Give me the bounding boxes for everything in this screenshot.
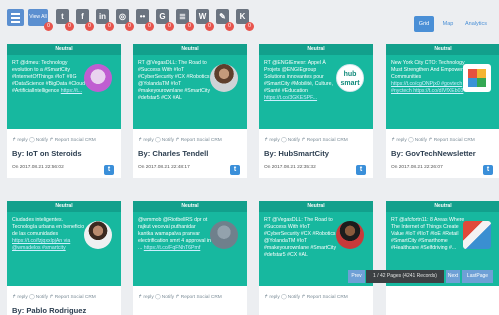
- post-card[interactable]: Neutral RT @afcfortn11: 8 Areas Where Th…: [386, 201, 499, 315]
- tab-grid[interactable]: Grid: [414, 16, 434, 32]
- post-card[interactable]: Neutral RT @VegasDLL: The Road to #Succe…: [133, 44, 247, 178]
- menu-icon[interactable]: [7, 9, 24, 26]
- google-plus-count-badge: 0: [165, 22, 174, 31]
- post-link[interactable]: https://t.co/FqFNhT6Pmf: [144, 245, 201, 251]
- card-author[interactable]: By: GovTechNewsletter: [391, 149, 476, 158]
- card-actions[interactable]: ↱ reply ◯ Notify ↱ Report Social CRM: [138, 295, 222, 300]
- card-actions[interactable]: ↱ reply ◯ Notify ↱ Report Social CRM: [264, 295, 348, 300]
- card-body: RT @dmeu: Technology evolution to a #Sma…: [7, 55, 121, 129]
- card-date: On 2017.08.21 22:48:17: [138, 165, 190, 170]
- sentiment-label: Neutral: [7, 201, 121, 212]
- post-text: RT @VegasDLL: The Road to #Success With …: [138, 60, 211, 101]
- card-body: Ciudades inteligentes. Tecnología urbana…: [7, 212, 121, 286]
- avatar: [84, 64, 112, 92]
- sentiment-label: Neutral: [386, 44, 499, 55]
- card-actions[interactable]: ↱ reply ◯ Notify ↱ Report Social CRM: [138, 138, 222, 143]
- post-link[interactable]: https://t.co/3GKESPF...: [264, 95, 317, 101]
- instagram-count-badge: 0: [125, 22, 134, 31]
- post-card[interactable]: Neutral Ciudades inteligentes. Tecnologí…: [7, 201, 121, 315]
- sentiment-label: Neutral: [259, 201, 373, 212]
- avatar: [336, 221, 364, 249]
- card-date: On 2017.08.21 22:26:07: [391, 165, 443, 170]
- facebook-count-badge: 0: [85, 22, 94, 31]
- post-text: @wmmob @RiotbellRS dpr ot rajkut vecevai…: [138, 217, 211, 251]
- view-all-count-badge: 0: [44, 22, 53, 31]
- post-card[interactable]: Neutral New York City CTO: Technology Mu…: [386, 44, 499, 178]
- linkedin-count-badge: 0: [105, 22, 114, 31]
- post-text: New York City CTO: Technology Must Stren…: [391, 60, 465, 94]
- post-text: RT @dmeu: Technology evolution to a #Sma…: [12, 60, 85, 94]
- post-text: RT @ENGIEmexr: Appel À Projets @ENGIEgro…: [264, 60, 333, 101]
- card-author[interactable]: By: IoT on Steroids: [12, 149, 82, 158]
- next-page-button[interactable]: Next: [446, 270, 460, 283]
- avatar: [210, 64, 238, 92]
- card-actions[interactable]: ↱ reply ◯ Notify ↱ Report Social CRM: [264, 138, 348, 143]
- twitter-icon[interactable]: t: [230, 165, 240, 175]
- card-body: RT @ENGIEmexr: Appel À Projets @ENGIEgro…: [259, 55, 373, 129]
- post-link[interactable]: https://t.co/fzjqxxlpjAn via @wmadelos #…: [12, 238, 70, 251]
- klout-count-badge: 0: [245, 22, 254, 31]
- hubsmartcity-logo-icon: hub smart: [336, 64, 364, 92]
- post-card[interactable]: Neutral RT @ENGIEmexr: Appel À Projets @…: [259, 44, 373, 178]
- avatar: [84, 221, 112, 249]
- sentiment-label: Neutral: [386, 201, 499, 212]
- card-actions[interactable]: ↱ reply ◯ Notify ↱ Report Social CRM: [391, 138, 475, 143]
- card-date: On 2017.08.21 22:56:02: [12, 165, 64, 170]
- sentiment-label: Neutral: [133, 201, 247, 212]
- sentiment-label: Neutral: [133, 44, 247, 55]
- post-card[interactable]: Neutral @wmmob @RiotbellRS dpr ot rajkut…: [133, 201, 247, 315]
- prev-page-button[interactable]: Prev: [348, 270, 365, 283]
- card-date: On 2017.08.21 22:35:32: [264, 165, 316, 170]
- toolbar: View All 0 t 0 f 0 in 0 ◎ 0 •• 0 G 0 ≣ 0…: [0, 0, 499, 34]
- card-author[interactable]: By: Pablo Rodriguez: [12, 306, 86, 315]
- tab-analytics[interactable]: Analytics: [461, 16, 491, 32]
- post-card[interactable]: Neutral RT @dmeu: Technology evolution t…: [7, 44, 121, 178]
- avatar: [210, 221, 238, 249]
- govtech-logo-icon: [463, 64, 491, 92]
- sentiment-label: Neutral: [7, 44, 121, 55]
- twitter-count-badge: 0: [65, 22, 74, 31]
- card-actions[interactable]: ↱ reply ◯ Notify ↱ Report Social CRM: [12, 138, 96, 143]
- card-author[interactable]: By: Charles Tendell: [138, 149, 208, 158]
- twitter-icon[interactable]: t: [483, 165, 493, 175]
- sentiment-label: Neutral: [259, 44, 373, 55]
- post-link[interactable]: https://t.co/cgONPjx0 #govtech #nyctech …: [391, 81, 463, 94]
- tab-map[interactable]: Map: [440, 16, 456, 32]
- avatar: [463, 221, 491, 249]
- card-author[interactable]: By: HubSmartCity: [264, 149, 329, 158]
- post-link[interactable]: https://t...: [61, 88, 82, 94]
- twitter-icon[interactable]: t: [104, 165, 114, 175]
- rss-list-count-badge: 0: [185, 22, 194, 31]
- post-text: Ciudades inteligentes. Tecnología urbana…: [12, 217, 85, 251]
- card-body: @wmmob @RiotbellRS dpr ot rajkut vecevai…: [133, 212, 247, 286]
- post-text: RT @afcfortn11: 8 Areas Where The Intern…: [391, 217, 465, 251]
- card-body: New York City CTO: Technology Must Stren…: [386, 55, 499, 129]
- wordpress-count-badge: 0: [205, 22, 214, 31]
- chat-count-badge: 0: [225, 22, 234, 31]
- twitter-icon[interactable]: t: [356, 165, 366, 175]
- last-page-button[interactable]: LastPage: [462, 270, 493, 283]
- flickr-count-badge: 0: [145, 22, 154, 31]
- card-body: RT @VegasDLL: The Road to #Success With …: [133, 55, 247, 129]
- page-info: 1 / 42 Pages (4241 Records): [366, 270, 444, 283]
- post-text: RT @VegasDLL: The Road to #Success With …: [264, 217, 337, 258]
- card-actions[interactable]: ↱ reply ◯ Notify ↱ Report Social CRM: [12, 295, 96, 300]
- post-card[interactable]: Neutral RT @VegasDLL: The Road to #Succe…: [259, 201, 373, 315]
